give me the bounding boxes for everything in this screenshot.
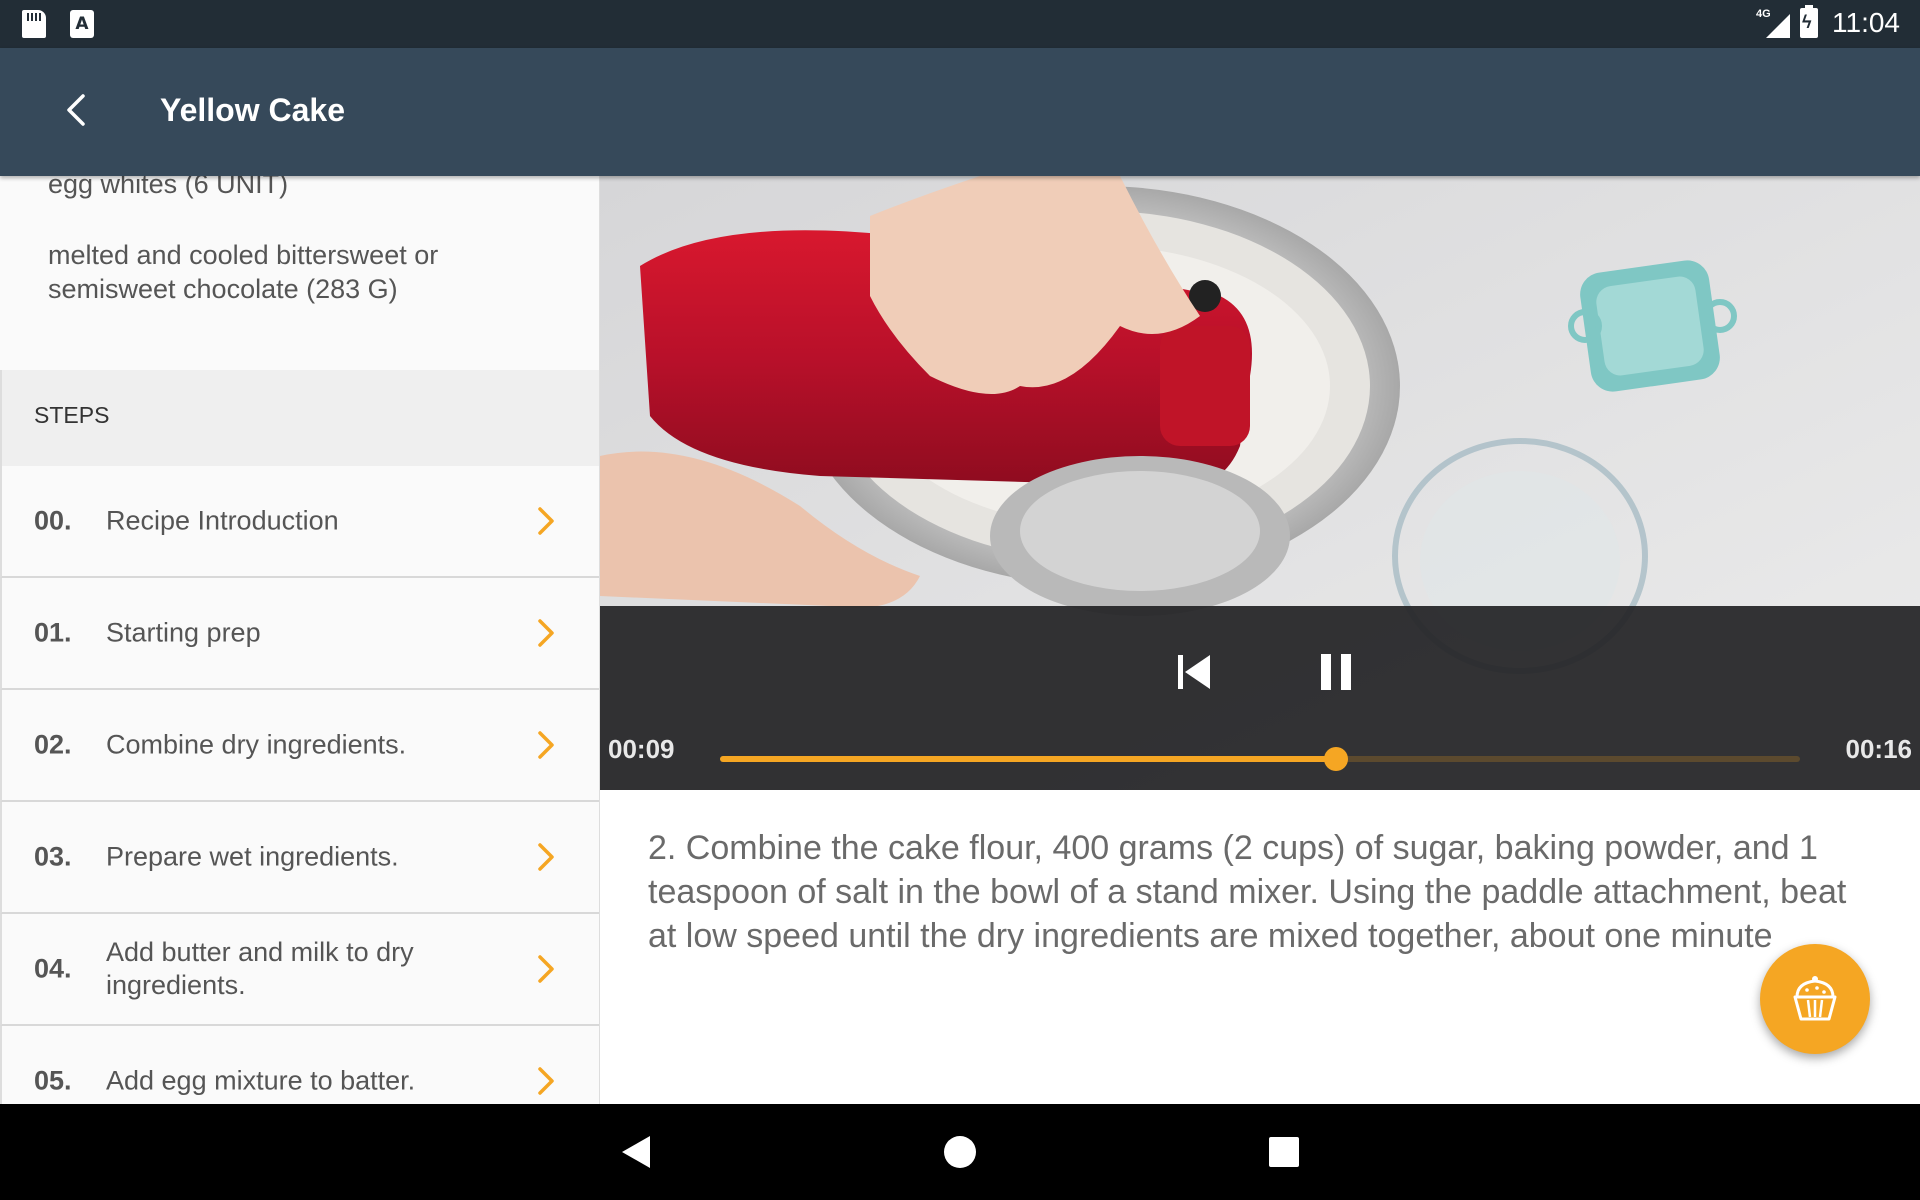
nav-back-button[interactable] [612,1128,660,1176]
pause-button[interactable] [1308,644,1364,700]
step-description-panel: 2. Combine the cake flour, 400 grams (2 … [600,790,1920,1104]
step-label: Combine dry ingredients. [106,729,407,760]
player-controls: 00:09 00:16 [600,606,1920,790]
elapsed-time: 00:09 [608,734,675,764]
total-duration: 00:16 [1845,734,1913,764]
chevron-right-icon [538,843,554,871]
step-item-01[interactable]: 01. Starting prep [0,578,599,690]
step-item-03[interactable]: 03. Prepare wet ingredients. [0,802,599,914]
chevron-right-icon [538,619,554,647]
circle-home-icon [944,1136,976,1168]
chevron-right-icon [538,507,554,535]
ingredient-item: melted and cooled bittersweet or semiswe… [48,240,439,304]
step-number: 03. [34,841,72,872]
system-navigation-bar [0,1104,1920,1200]
page-title: Yellow Cake [160,92,345,128]
step-item-00[interactable]: 00. Recipe Introduction [0,466,599,578]
chevron-right-icon [538,1067,554,1095]
recipe-details-panel[interactable]: egg whites (6 UNIT) melted and cooled bi… [0,176,600,1104]
triangle-back-icon [622,1136,650,1168]
step-item-05[interactable]: 05. Add egg mixture to batter. [0,1026,599,1104]
chevron-left-icon [67,94,85,126]
seek-bar-progress [720,756,1336,762]
status-clock: 11:04 [1832,7,1900,38]
app-toolbar: Yellow Cake [0,48,1920,176]
chevron-right-icon [538,955,554,983]
step-number: 02. [34,729,72,760]
ingredients-fab-button[interactable] [1760,944,1870,1054]
steps-header-label: STEPS [34,402,110,428]
nav-home-button[interactable] [936,1128,984,1176]
seek-bar[interactable] [720,747,1800,771]
chevron-right-icon [538,731,554,759]
step-number: 04. [34,953,72,984]
step-number: 01. [34,617,72,648]
previous-button[interactable] [1166,644,1222,700]
step-label: Add egg mixture to batter. [106,1065,416,1096]
cupcake-icon [1793,976,1837,1021]
pause-icon [1321,654,1351,690]
step-description: 2. Combine the cake flour, 400 grams (2 … [648,829,1847,955]
step-label: Recipe Introduction [106,505,339,536]
step-label: Prepare wet ingredients. [106,841,399,872]
seek-bar-thumb[interactable] [1323,747,1348,771]
step-label: Add butter and milk to dry ingredients. [106,937,414,1000]
back-button[interactable] [52,86,100,134]
ingredient-item: egg whites (6 UNIT) [48,176,289,199]
sd-card-icon [22,10,46,38]
square-recents-icon [1269,1137,1299,1167]
steps-section-header: STEPS [0,370,599,466]
step-label: Starting prep [106,617,261,648]
step-item-02[interactable]: 02. Combine dry ingredients. [0,690,599,802]
skip-previous-icon [1178,655,1210,689]
status-bar: A 4G ϟ 11:04 [0,0,1920,48]
a-notification-icon: A [70,10,94,38]
step-number: 05. [34,1065,72,1096]
nav-recents-button[interactable] [1260,1128,1308,1176]
battery-charging-icon: ϟ [1800,5,1818,38]
step-number: 00. [34,505,72,536]
step-item-04[interactable]: 04. Add butter and milk to dry ingredien… [0,914,599,1026]
signal-icon: 4G [1756,6,1790,40]
